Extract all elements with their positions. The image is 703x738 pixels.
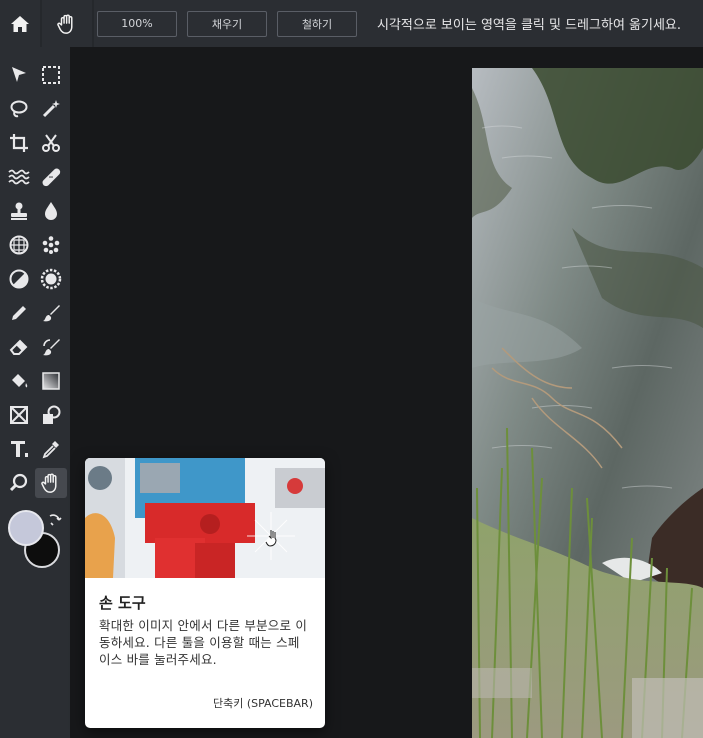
photo-editor-app: 100% 채우기 철하기 시각적으로 보이는 영역을 클릭 및 드레그하여 옮기… — [0, 0, 703, 738]
bandage-icon — [42, 168, 61, 187]
magnifier-icon — [9, 473, 28, 492]
hand-tool-preview-image — [85, 458, 325, 578]
magic-wand-tool[interactable] — [35, 94, 67, 124]
half-circle-icon — [9, 269, 29, 289]
replace-brush-icon — [43, 339, 60, 356]
waves-icon — [8, 169, 30, 185]
top-options-bar: 100% 채우기 철하기 시각적으로 보이는 영역을 클릭 및 드레그하여 옮기… — [0, 0, 703, 47]
droplet-icon — [45, 202, 57, 220]
crop-icon — [10, 134, 28, 152]
dashed-rectangle-icon — [42, 66, 60, 84]
crop-tool[interactable] — [3, 128, 35, 158]
eraser-tool[interactable] — [3, 332, 35, 362]
gradient-tool[interactable] — [35, 366, 67, 396]
home-icon — [11, 15, 29, 32]
dodge-burn-tool[interactable] — [3, 264, 35, 294]
shape-tool[interactable] — [35, 400, 67, 430]
clone-brush-tool[interactable] — [35, 332, 67, 362]
magic-wand-icon — [42, 100, 60, 118]
sponge-tool[interactable] — [3, 230, 35, 260]
zoom-100-button[interactable]: 100% — [97, 10, 177, 37]
hand-tool[interactable] — [35, 468, 67, 498]
canvas-photo[interactable] — [472, 68, 703, 738]
eraser-icon — [9, 339, 28, 355]
stamp-icon — [11, 202, 27, 220]
text-icon — [11, 441, 28, 457]
gear-circle-icon — [40, 268, 62, 290]
fit-button[interactable]: 철하기 — [277, 10, 357, 37]
fill-button[interactable]: 채우기 — [187, 10, 267, 37]
lasso-icon — [10, 100, 28, 118]
marquee-tool[interactable] — [35, 60, 67, 90]
tool-palette — [0, 47, 70, 738]
eyedropper-icon — [42, 441, 59, 459]
frame-tool[interactable] — [3, 400, 35, 430]
fill-tool[interactable] — [3, 366, 35, 396]
hint-text: 시각적으로 보이는 영역을 클릭 및 드레그하여 옮기세요. — [377, 18, 682, 33]
zoom-tool[interactable] — [3, 468, 35, 498]
frame-icon — [10, 406, 28, 424]
sharpen-tool[interactable] — [35, 264, 67, 294]
eyedropper-tool[interactable] — [35, 434, 67, 464]
topbar-divider — [92, 0, 94, 47]
brush-tool[interactable] — [35, 298, 67, 328]
hand-icon — [41, 473, 57, 493]
liquify-tool[interactable] — [3, 162, 35, 192]
shapes-icon — [43, 405, 61, 424]
tool-tooltip-card: 손 도구 확대한 이미지 안에서 다른 부분으로 이동하세요. 다른 툴을 이용… — [85, 458, 325, 728]
grid-circle-icon — [9, 235, 29, 255]
photo-image — [472, 68, 703, 738]
lasso-tool[interactable] — [3, 94, 35, 124]
stamp-tool[interactable] — [3, 196, 35, 226]
pattern-tool[interactable] — [35, 230, 67, 260]
foreground-color-swatch[interactable] — [8, 510, 44, 546]
pencil-icon — [12, 306, 26, 320]
arrow-cursor-icon — [12, 67, 26, 82]
tooltip-title: 손 도구 — [99, 594, 146, 612]
heal-tool[interactable] — [35, 162, 67, 192]
move-tool[interactable] — [3, 60, 35, 90]
home-button[interactable] — [0, 0, 40, 47]
gradient-icon — [42, 372, 60, 390]
swap-colors-icon[interactable] — [47, 512, 63, 528]
hand-tool-indicator[interactable] — [42, 0, 92, 47]
tooltip-shortcut: 단축키 (SPACEBAR) — [212, 697, 313, 710]
cut-tool[interactable] — [35, 128, 67, 158]
paint-bucket-icon — [12, 374, 28, 388]
text-tool[interactable] — [3, 434, 35, 464]
blur-tool[interactable] — [35, 196, 67, 226]
pencil-tool[interactable] — [3, 298, 35, 328]
dots-cluster-icon — [42, 236, 60, 254]
hand-icon — [57, 14, 73, 34]
brush-icon — [43, 305, 60, 322]
tooltip-description: 확대한 이미지 안에서 다른 부분으로 이동하세요. 다른 툴을 이용할 때는 … — [99, 618, 308, 667]
scissors-icon — [42, 134, 60, 152]
